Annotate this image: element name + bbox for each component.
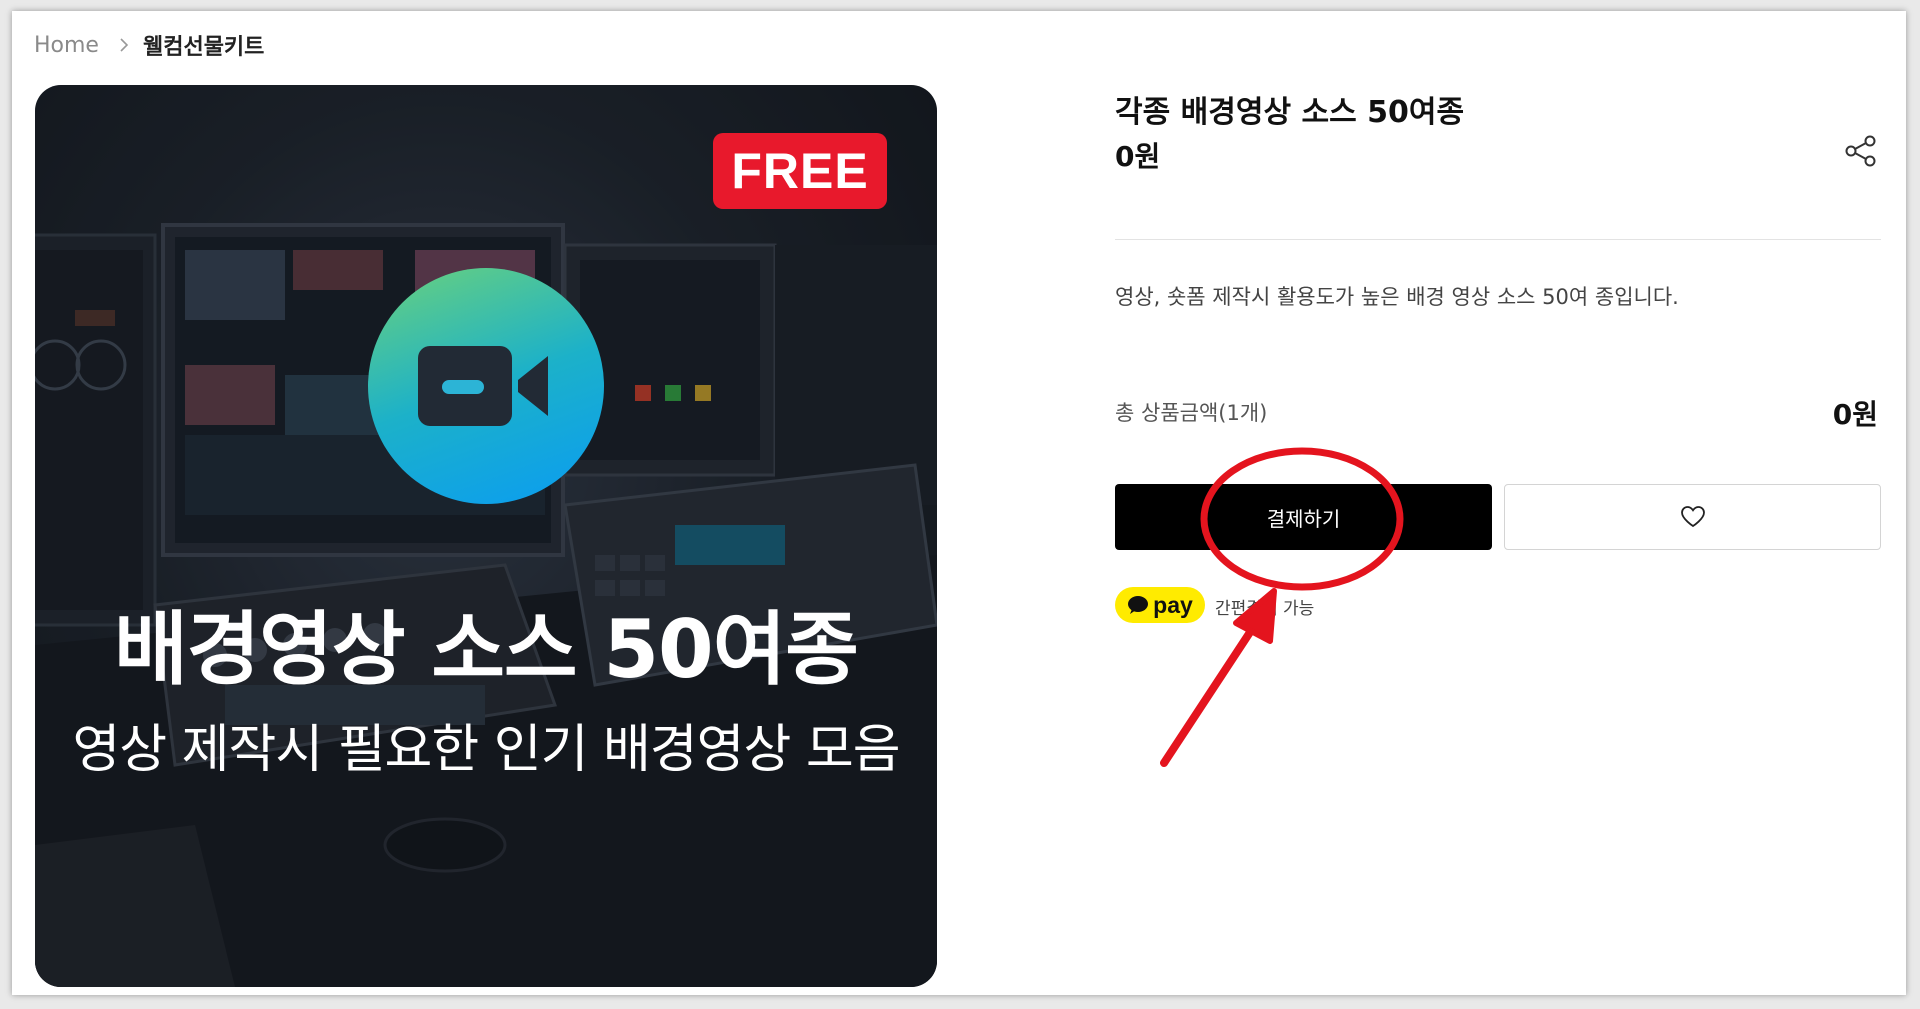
image-subline: 영상 제작시 필요한 인기 배경영상 모음 <box>72 720 900 780</box>
product-image: FREE 배경영상 소스 50여종 영상 제작시 필요한 인기 배경영상 모음 <box>35 85 937 987</box>
free-badge: FREE <box>713 133 887 209</box>
kakaopay-badge[interactable]: pay <box>1115 587 1205 623</box>
image-headline: 배경영상 소스 50여종 <box>114 603 859 696</box>
share-icon[interactable] <box>1844 134 1878 168</box>
studio-background-illustration <box>35 85 937 987</box>
product-title: 각종 배경영상 소스 50여종 <box>1115 95 1465 130</box>
page-frame: Home 웰컴선물키트 FREE 배경영상 소스 50여종 영상 제작시 필요한… <box>12 11 1906 995</box>
breadcrumb-current[interactable]: 웰컴선물키트 <box>143 29 264 61</box>
easy-payment-note: 간편결제 가능 <box>1215 599 1315 619</box>
chevron-right-icon <box>119 37 129 53</box>
product-description: 영상, 숏폼 제작시 활용도가 높은 배경 영상 소스 50여 종입니다. <box>1115 285 1679 309</box>
kakaopay-label: pay <box>1153 591 1193 618</box>
annotation-arrow-shaft <box>1160 613 1264 767</box>
breadcrumb: Home 웰컴선물키트 <box>34 29 264 61</box>
divider <box>1115 239 1881 240</box>
checkout-button[interactable]: 결제하기 <box>1115 484 1492 550</box>
speech-bubble-icon <box>1128 596 1149 614</box>
video-camera-icon <box>368 268 604 504</box>
total-price-value: 0원 <box>1832 398 1878 431</box>
wishlist-button[interactable] <box>1504 484 1881 550</box>
product-price: 0원 <box>1115 140 1161 173</box>
breadcrumb-home-link[interactable]: Home <box>34 33 99 58</box>
heart-icon <box>1680 506 1705 528</box>
total-price-label: 총 상품금액(1개) <box>1115 401 1268 425</box>
